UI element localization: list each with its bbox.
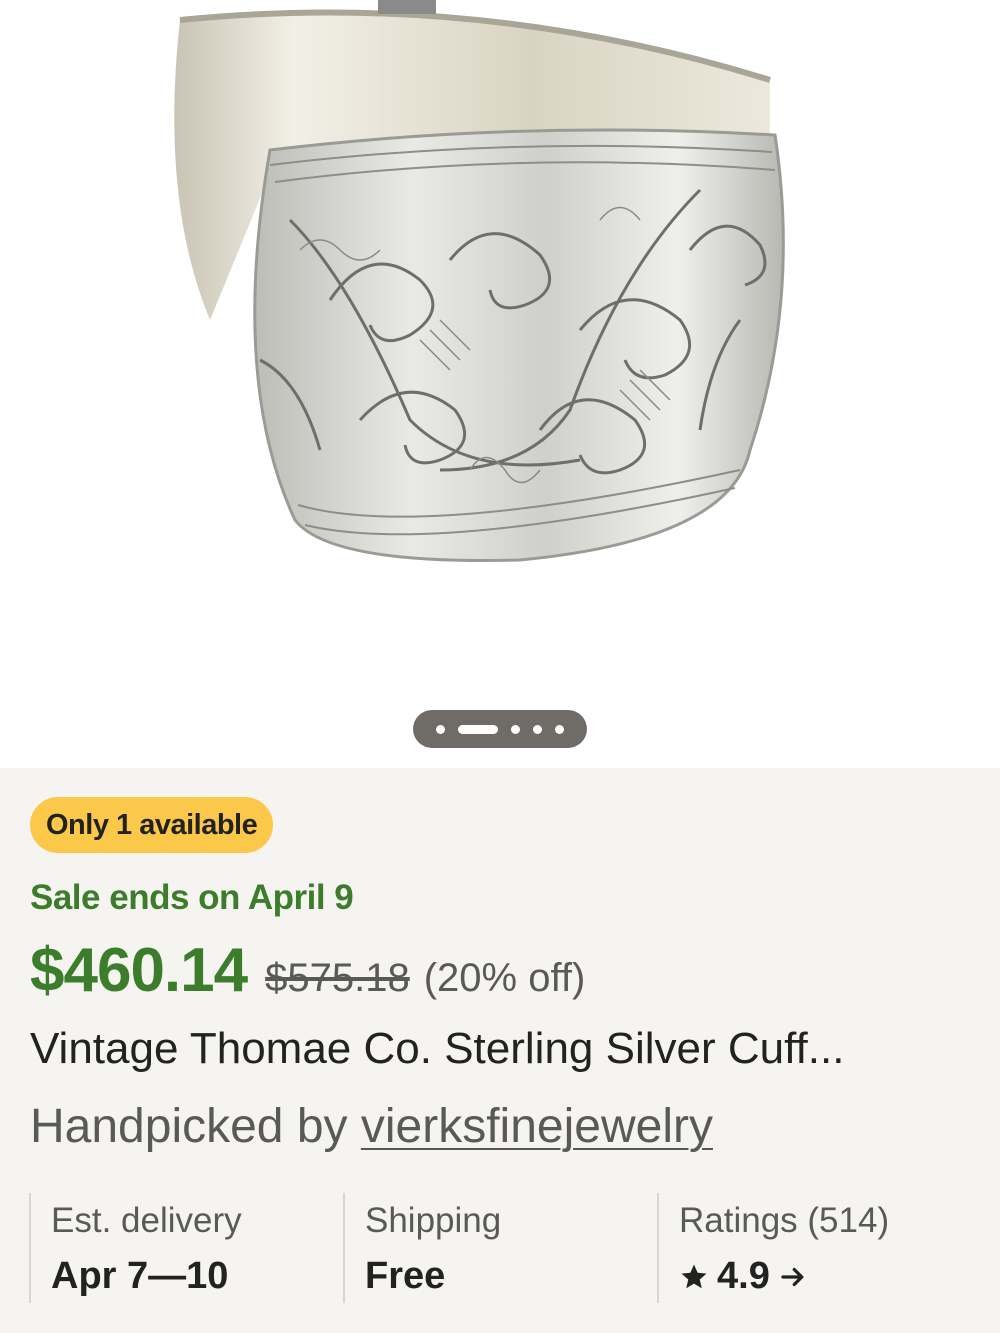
- delivery-value: Apr 7—10: [51, 1255, 229, 1297]
- current-price: $460.14: [30, 936, 248, 1005]
- silver-cuff-image: [174, 0, 785, 562]
- pager-dot[interactable]: [436, 724, 445, 734]
- ratings-label: Ratings (514): [679, 1201, 890, 1240]
- product-image[interactable]: [0, 0, 1000, 768]
- pager-dot-active[interactable]: [458, 724, 498, 734]
- arrow-right-icon: [781, 1267, 804, 1286]
- stat-ratings[interactable]: Ratings (514) 4.9: [657, 1193, 987, 1303]
- delivery-label: Est. delivery: [51, 1201, 242, 1240]
- price-row: $460.14 $575.18 (20% off): [30, 935, 585, 1006]
- seller-link[interactable]: vierksfinejewelry: [361, 1100, 713, 1153]
- discount-text: (20% off): [423, 956, 586, 1000]
- ratings-value-row[interactable]: 4.9: [679, 1255, 987, 1298]
- availability-badge: Only 1 available: [30, 797, 274, 853]
- image-pager[interactable]: [413, 710, 587, 748]
- star-icon: [681, 1264, 707, 1288]
- sale-ends-text: Sale ends on April 9: [30, 878, 354, 917]
- shipping-label: Shipping: [365, 1201, 502, 1240]
- listing-title[interactable]: Vintage Thomae Co. Sterling Silver Cuff.…: [30, 1024, 844, 1074]
- pager-dot[interactable]: [533, 724, 542, 734]
- pager-dot[interactable]: [555, 724, 564, 734]
- stat-shipping: Shipping Free: [343, 1193, 657, 1303]
- stat-delivery: Est. delivery Apr 7—10: [29, 1193, 343, 1303]
- handpicked-by: Handpicked by vierksfinejewelry: [30, 1099, 713, 1154]
- shipping-value: Free: [365, 1255, 446, 1297]
- listing-stats: Est. delivery Apr 7—10 Shipping Free Rat…: [0, 1193, 1000, 1303]
- ratings-score: 4.9: [717, 1255, 770, 1297]
- original-price: $575.18: [265, 956, 410, 1000]
- handpicked-prefix: Handpicked by: [30, 1100, 361, 1153]
- pager-dot[interactable]: [511, 724, 520, 734]
